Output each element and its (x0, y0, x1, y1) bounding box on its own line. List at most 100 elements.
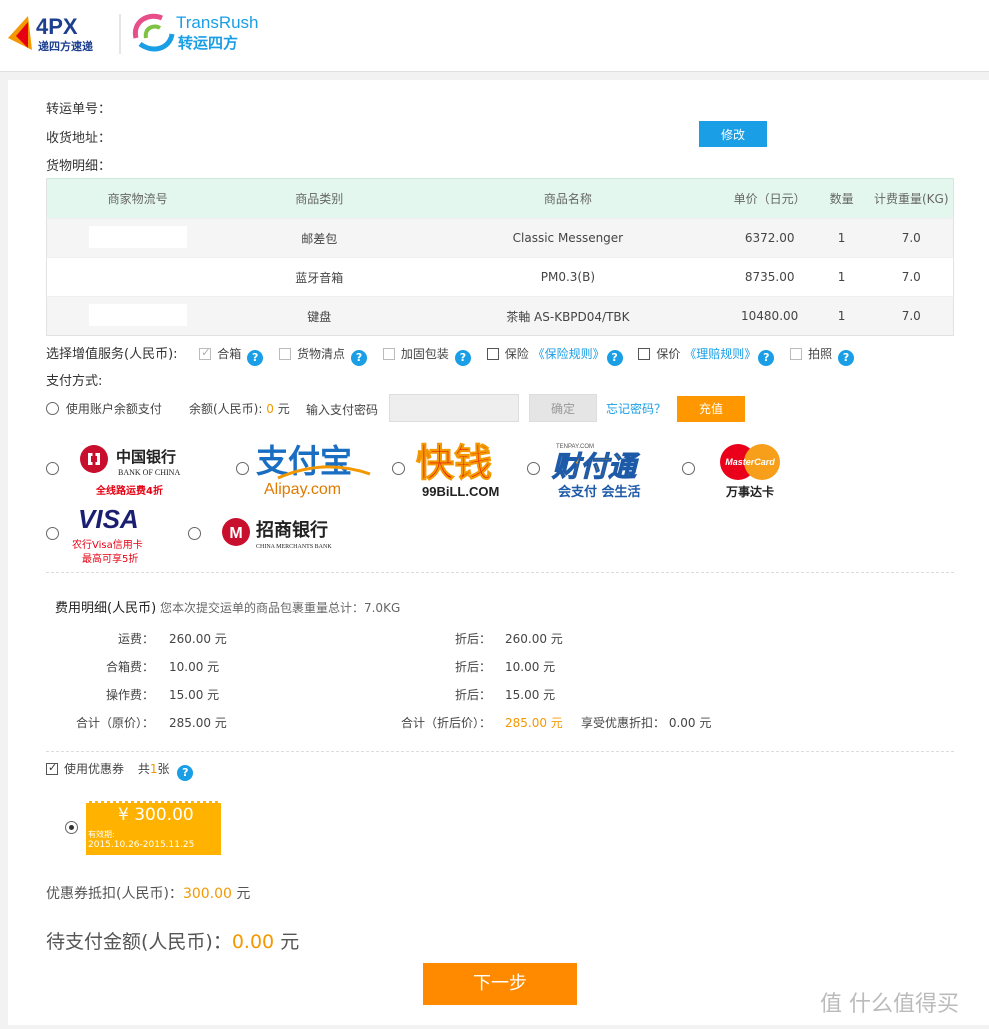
coupon-deduct-row: 优惠券抵扣(人民币)：300.00 元 (46, 883, 250, 903)
svg-text:递四方速递: 递四方速递 (38, 39, 93, 53)
qty-cell: 1 (813, 218, 870, 258)
svg-text:MasterCard: MasterCard (725, 457, 775, 467)
svg-text:TransRush: TransRush (176, 13, 259, 32)
help-icon[interactable]: ? (247, 350, 264, 366)
modify-address-button[interactable]: 修改 (699, 121, 767, 147)
insurance-rule-link[interactable]: 《保险规则》 (533, 347, 605, 361)
kuaiqian-logo[interactable]: 快钱 99BiLL.COM (414, 436, 514, 502)
coupon-count-suffix: 张 (157, 762, 170, 776)
svg-text:99BiLL.COM: 99BiLL.COM (422, 484, 499, 499)
reinforce-checkbox[interactable] (382, 348, 395, 360)
help-icon[interactable]: ? (758, 350, 775, 366)
service-count-label: 货物清点 (297, 347, 346, 361)
order-panel: 转运单号： 收货地址： 修改 货物明细： 商家物流号 商品类别 商品名称 单价（… (8, 80, 989, 1025)
svg-text:招商银行: 招商银行 (256, 519, 328, 541)
header: 4PX 递四方速递 TransRush 转运四方 (0, 0, 989, 72)
goods-detail-label: 货物明细： (46, 159, 112, 174)
tracking-cell (46, 257, 229, 297)
help-icon[interactable]: ? (351, 350, 368, 366)
insurance-checkbox[interactable] (486, 348, 499, 360)
transrush-logo[interactable]: TransRush 转运四方 (130, 8, 270, 58)
bank-of-china-logo[interactable]: 中国银行 BANK OF CHINA 全线路运费4折 (76, 440, 196, 500)
next-step-button[interactable]: 下一步 (423, 963, 577, 1005)
balance-display: 余额(人民币): 0 元 (189, 400, 290, 417)
tracking-number-label: 转运单号： (46, 102, 112, 117)
coupon-count: 共1张 (138, 762, 170, 776)
payment-label: 支付方式: (46, 374, 103, 389)
service-reinforce-label: 加固包装 (400, 347, 449, 361)
confirm-button[interactable]: 确定 (529, 394, 597, 422)
help-icon[interactable]: ? (838, 350, 855, 366)
recharge-button[interactable]: 充值 (677, 396, 745, 422)
table-row: 蓝牙音箱 PM0.3(B) 8735.00 1 7.0 (46, 257, 954, 297)
redacted-tracking (88, 303, 187, 326)
fee-after-value: 10.00 元 (505, 660, 556, 674)
category-cell: 邮差包 (228, 218, 411, 258)
payment-password-input[interactable] (389, 394, 519, 422)
visa-radio[interactable] (46, 527, 59, 540)
value-protect-checkbox[interactable] (638, 348, 651, 360)
alipay-radio[interactable] (236, 462, 249, 475)
combine-box-checkbox[interactable] (199, 346, 212, 360)
tenpay-radio[interactable] (527, 462, 540, 475)
service-insurance-label: 保险 (504, 347, 529, 361)
column-header: 商品类别 (228, 178, 411, 219)
service-protect-label: 保价 (656, 347, 681, 361)
cmb-radio[interactable] (188, 527, 201, 540)
kuaiqian-radio[interactable] (392, 462, 405, 475)
total-after-label: 合计（折后价）： (400, 716, 491, 730)
china-merchants-bank-logo[interactable]: M 招商银行 CHINA MERCHANTS BANK (220, 514, 350, 554)
help-icon[interactable]: ? (454, 350, 471, 366)
column-header: 单价（日元） (725, 178, 814, 219)
svg-text:VISA: VISA (78, 504, 139, 534)
use-coupon-checkbox[interactable] (46, 761, 58, 775)
tracking-cell (46, 296, 229, 336)
svg-text:财付通: 财付通 (551, 450, 640, 483)
fee-after-label: 折后： (454, 632, 491, 646)
discount-row: 享受优惠折扣： 0.00 元 (581, 714, 711, 731)
category-cell: 蓝牙音箱 (228, 257, 411, 297)
claim-rule-link[interactable]: 《理赔规则》 (684, 347, 756, 361)
coupon-deduct-unit: 元 (236, 886, 251, 902)
mastercard-logo[interactable]: MasterCard 万事达卡 (712, 440, 792, 502)
4px-logo[interactable]: 4PX 递四方速递 (6, 8, 124, 58)
fee-label: 操作费： (105, 688, 154, 702)
svg-text:快钱: 快钱 (416, 441, 492, 485)
tracking-cell (46, 218, 229, 258)
balance-radio[interactable] (46, 402, 59, 415)
qty-cell: 1 (813, 296, 870, 336)
redacted-tracking (88, 225, 187, 248)
help-icon[interactable]: ? (177, 765, 194, 781)
fee-after-value: 260.00 元 (505, 632, 563, 646)
coupon-count-value: 1 (149, 762, 158, 776)
boc-radio[interactable] (46, 462, 59, 475)
alipay-logo[interactable]: 支付宝 Alipay.com (254, 438, 374, 500)
photo-checkbox[interactable] (790, 348, 803, 360)
svg-text:会支付 会生活: 会支付 会生活 (558, 484, 641, 500)
column-header: 数量 (813, 178, 870, 219)
pending-amount-row: 待支付金额(人民币)：0.00 元 (46, 927, 299, 954)
coupon-radio[interactable] (65, 821, 78, 834)
fee-value: 10.00 元 (169, 660, 220, 674)
fee-after-label: 折后： (454, 660, 491, 674)
coupon-card[interactable]: ¥ 300.00 有效期: 2015.10.26-2015.11.25 (86, 801, 221, 855)
coupon-deduct-value: 300.00 (182, 886, 232, 902)
mastercard-radio[interactable] (682, 462, 695, 475)
forgot-password-link[interactable]: 忘记密码？ (606, 400, 666, 417)
qty-cell: 1 (813, 257, 870, 297)
visa-logo[interactable]: VISA 农行Visa信用卡 最高可享5折 (70, 502, 170, 568)
svg-text:万事达卡: 万事达卡 (725, 484, 774, 499)
svg-text:全线路运费4折: 全线路运费4折 (95, 484, 163, 497)
fee-note: 您本次提交运单的商品包裹重量总计：7.0KG (159, 601, 401, 615)
goods-table: 商家物流号 商品类别 商品名称 单价（日元） 数量 计费重量(KG) 邮差包 C… (46, 178, 954, 336)
weight-cell: 7.0 (869, 296, 954, 336)
svg-text:Alipay.com: Alipay.com (264, 481, 341, 498)
tenpay-logo[interactable]: TENPAY.COM 财付通 会支付 会生活 (550, 438, 660, 500)
balance-pay-option[interactable]: 使用账户余额支付 (46, 400, 162, 417)
goods-count-checkbox[interactable] (279, 348, 292, 360)
table-row: 键盘 茶軸 AS-KBPD04/TBK 10480.00 1 7.0 (46, 296, 954, 336)
help-icon[interactable]: ? (606, 350, 623, 366)
svg-text:M: M (229, 525, 242, 542)
column-header: 商家物流号 (46, 178, 229, 219)
pending-label: 待支付金额(人民币)： (46, 931, 232, 953)
